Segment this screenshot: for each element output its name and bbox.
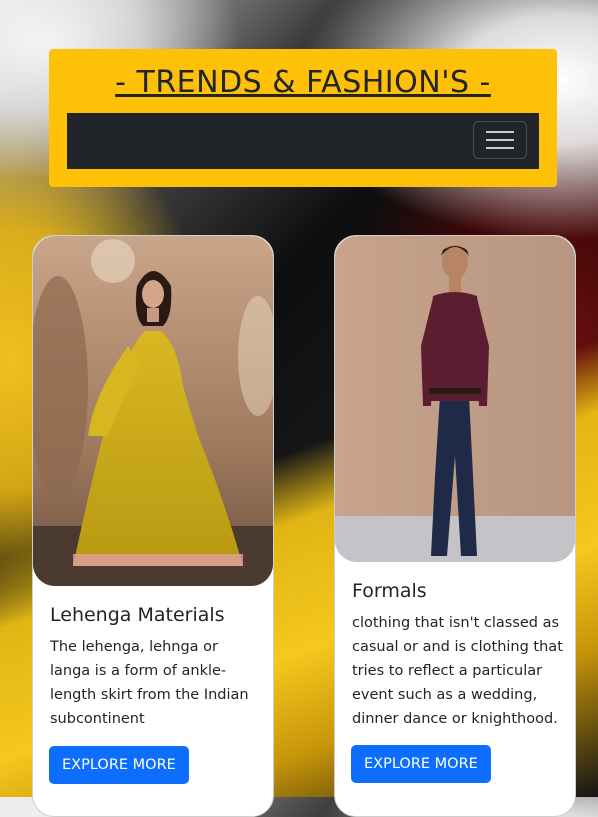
card-text: clothing that isn't classed as casual or…	[352, 615, 563, 727]
product-card-lehenga: Lehenga Materials The lehenga, lehnga or…	[32, 235, 274, 817]
lehenga-image	[33, 236, 273, 586]
explore-more-button[interactable]: EXPLORE MORE	[49, 746, 189, 784]
card-title: Formals	[352, 580, 427, 602]
header: - TRENDS & FASHION'S -	[49, 49, 557, 187]
product-card-formals: Formals clothing that isn't classed as c…	[334, 235, 576, 817]
hamburger-menu-icon	[486, 131, 514, 133]
card-title: Lehenga Materials	[50, 604, 225, 626]
formals-image	[335, 236, 575, 562]
brand-title[interactable]: - TRENDS & FASHION'S -	[49, 65, 557, 100]
navbar-toggler-button[interactable]	[473, 121, 527, 159]
card-text: The lehenga, lehnga or langa is a form o…	[50, 639, 249, 727]
navbar	[67, 113, 539, 169]
explore-more-button[interactable]: EXPLORE MORE	[351, 745, 491, 783]
hamburger-menu-icon-bar	[486, 139, 514, 141]
hamburger-menu-icon-bar	[486, 147, 514, 149]
